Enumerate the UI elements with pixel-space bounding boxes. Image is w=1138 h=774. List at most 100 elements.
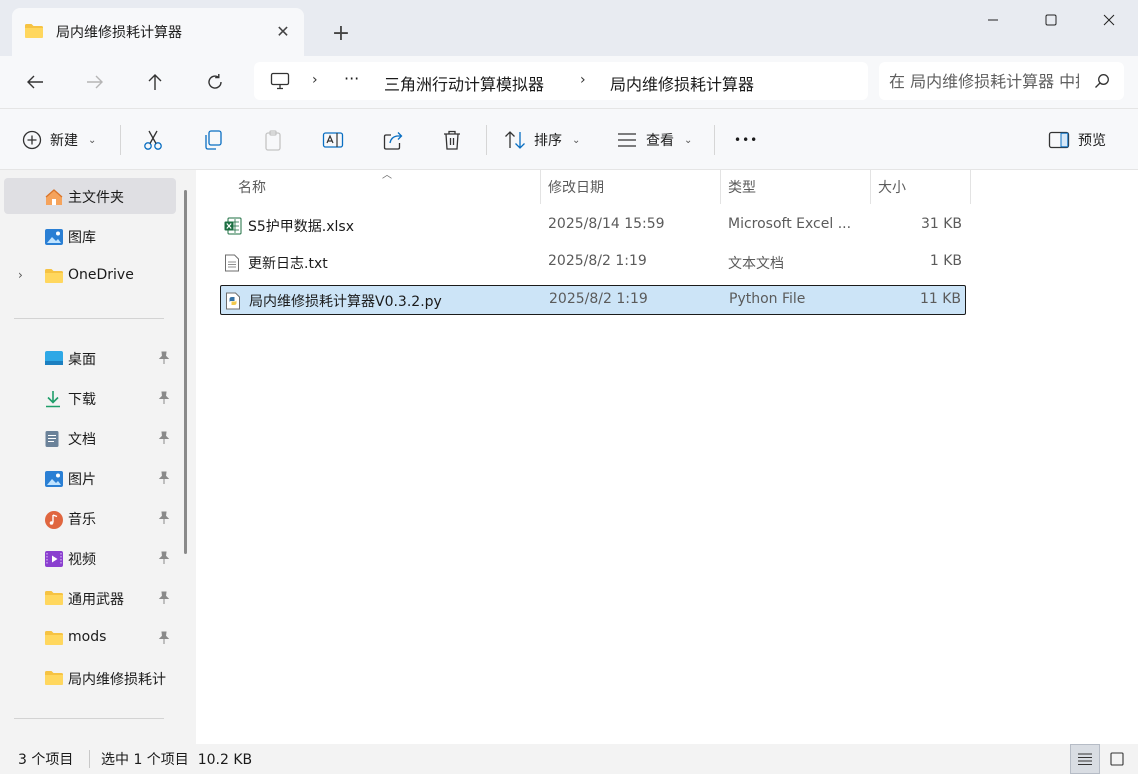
column-divider[interactable]	[540, 170, 541, 204]
file-date: 2025/8/14 15:59	[548, 216, 665, 232]
sidebar-item-calculator-folder[interactable]: 局内维修损耗计	[4, 660, 176, 696]
selection-info: 选中 1 个项目 10.2 KB	[101, 752, 253, 768]
pin-icon[interactable]	[158, 631, 170, 649]
pin-icon[interactable]	[158, 431, 170, 449]
sidebar-item-desktop[interactable]: 桌面	[4, 340, 176, 376]
sidebar-item-label: 图片	[68, 472, 96, 488]
up-button[interactable]	[138, 66, 172, 98]
trash-icon	[444, 130, 460, 150]
file-row[interactable]: 更新日志.txt 2025/8/2 1:19 文本文档 1 KB	[220, 248, 966, 278]
toolbar-divider	[120, 125, 121, 155]
details-view-icon	[1078, 753, 1092, 766]
chevron-right-icon[interactable]: ›	[18, 268, 23, 282]
file-list: ︿ 名称 修改日期 类型 大小 S5护甲数据.xlsx 2025/8/14 15…	[196, 170, 1138, 744]
refresh-button[interactable]	[198, 66, 232, 98]
pin-icon[interactable]	[158, 511, 170, 529]
column-header-type[interactable]: 类型	[728, 170, 756, 204]
file-name: S5护甲数据.xlsx	[248, 219, 354, 235]
folder-icon	[44, 268, 63, 284]
breadcrumb-separator[interactable]: ›	[312, 72, 318, 88]
sort-button[interactable]: 排序 ⌄	[504, 125, 580, 155]
minimize-button[interactable]	[964, 0, 1022, 40]
column-header-size[interactable]: 大小	[878, 170, 906, 204]
folder-icon	[44, 630, 63, 646]
copy-icon	[205, 130, 222, 150]
search-icon[interactable]	[1094, 73, 1110, 93]
download-icon	[44, 390, 62, 408]
copy-button[interactable]	[202, 125, 224, 155]
sidebar-item-music[interactable]: 音乐	[4, 500, 176, 536]
column-header-name[interactable]: 名称	[238, 170, 266, 204]
view-button[interactable]: 查看 ⌄	[616, 125, 692, 155]
new-button-label: 新建	[50, 133, 78, 149]
sidebar-scrollbar[interactable]	[184, 190, 187, 554]
forward-button[interactable]	[78, 66, 112, 98]
new-button[interactable]: 新建 ⌄	[22, 125, 96, 155]
pin-icon[interactable]	[158, 471, 170, 489]
new-tab-button[interactable]: +	[328, 20, 354, 46]
pin-icon[interactable]	[158, 351, 170, 369]
breadcrumb-ellipsis[interactable]: ···	[344, 69, 359, 88]
sidebar-item-label: 文档	[68, 432, 96, 448]
maximize-button[interactable]	[1022, 0, 1080, 40]
breadcrumb-current[interactable]: 局内维修损耗计算器	[610, 71, 754, 95]
status-bar: 3 个项目 选中 1 个项目 10.2 KB	[0, 744, 1138, 774]
tab-close-button[interactable]: ✕	[272, 20, 294, 42]
pin-icon[interactable]	[158, 551, 170, 569]
window-controls	[964, 0, 1138, 40]
chevron-down-icon: ⌄	[572, 134, 581, 146]
more-options-button[interactable]: •••	[734, 125, 758, 155]
breadcrumb-item[interactable]: 三角洲行动计算模拟器	[384, 71, 544, 95]
column-header-date[interactable]: 修改日期	[548, 170, 604, 204]
tab-current-folder[interactable]: 局内维修损耗计算器 ✕	[12, 8, 304, 56]
title-bar: 局内维修损耗计算器 ✕ +	[0, 0, 1138, 56]
rename-button[interactable]	[322, 125, 344, 155]
arrow-left-icon	[27, 75, 43, 89]
file-row[interactable]: S5护甲数据.xlsx 2025/8/14 15:59 Microsoft Ex…	[220, 211, 966, 241]
sidebar-item-gallery[interactable]: 图库	[4, 218, 176, 254]
sidebar-item-label: 下载	[68, 392, 96, 408]
breadcrumb-separator[interactable]: ›	[580, 72, 586, 88]
paste-button[interactable]	[262, 125, 284, 155]
view-list-icon	[618, 133, 636, 147]
computer-icon[interactable]	[270, 72, 290, 94]
pin-icon[interactable]	[158, 391, 170, 409]
details-view-button[interactable]	[1070, 744, 1100, 774]
sidebar-item-weapons-folder[interactable]: 通用武器	[4, 580, 176, 616]
scissors-icon	[144, 130, 162, 150]
sidebar-item-mods-folder[interactable]: mods	[4, 620, 176, 656]
back-button[interactable]	[18, 66, 52, 98]
tab-title: 局内维修损耗计算器	[56, 25, 182, 41]
column-divider[interactable]	[870, 170, 871, 204]
share-button[interactable]	[382, 125, 404, 155]
sidebar-item-label: 通用武器	[68, 592, 124, 608]
file-row-selected[interactable]: 局内维修损耗计算器V0.3.2.py 2025/8/2 1:19 Python …	[220, 285, 966, 315]
sidebar-item-home[interactable]: 主文件夹	[4, 178, 176, 214]
sidebar-item-pictures[interactable]: 图片	[4, 460, 176, 496]
sidebar-divider	[14, 718, 164, 719]
folder-icon	[44, 670, 63, 686]
search-box[interactable]	[879, 62, 1124, 100]
text-file-icon	[224, 254, 240, 276]
preview-pane-button[interactable]: 预览	[1048, 125, 1106, 155]
refresh-icon	[208, 74, 222, 89]
file-type: Python File	[729, 291, 806, 307]
close-window-button[interactable]	[1080, 0, 1138, 40]
sidebar-item-label: 音乐	[68, 512, 96, 528]
sidebar-item-onedrive[interactable]: › OneDrive	[4, 258, 176, 294]
tiles-view-button[interactable]	[1102, 744, 1132, 774]
sidebar-item-videos[interactable]: 视频	[4, 540, 176, 576]
sidebar-item-label: OneDrive	[68, 267, 134, 283]
column-divider[interactable]	[970, 170, 971, 204]
pin-icon[interactable]	[158, 591, 170, 609]
search-input[interactable]	[889, 70, 1079, 92]
file-name: 局内维修损耗计算器V0.3.2.py	[249, 294, 442, 310]
delete-button[interactable]	[442, 125, 462, 155]
file-type: Microsoft Excel ...	[728, 216, 852, 232]
cut-button[interactable]	[142, 125, 164, 155]
column-divider[interactable]	[720, 170, 721, 204]
sidebar-item-downloads[interactable]: 下载	[4, 380, 176, 416]
sort-ascending-icon: ︿	[382, 170, 392, 181]
sidebar-item-documents[interactable]: 文档	[4, 420, 176, 456]
address-bar[interactable]: › ··· 三角洲行动计算模拟器 › 局内维修损耗计算器	[254, 62, 868, 100]
